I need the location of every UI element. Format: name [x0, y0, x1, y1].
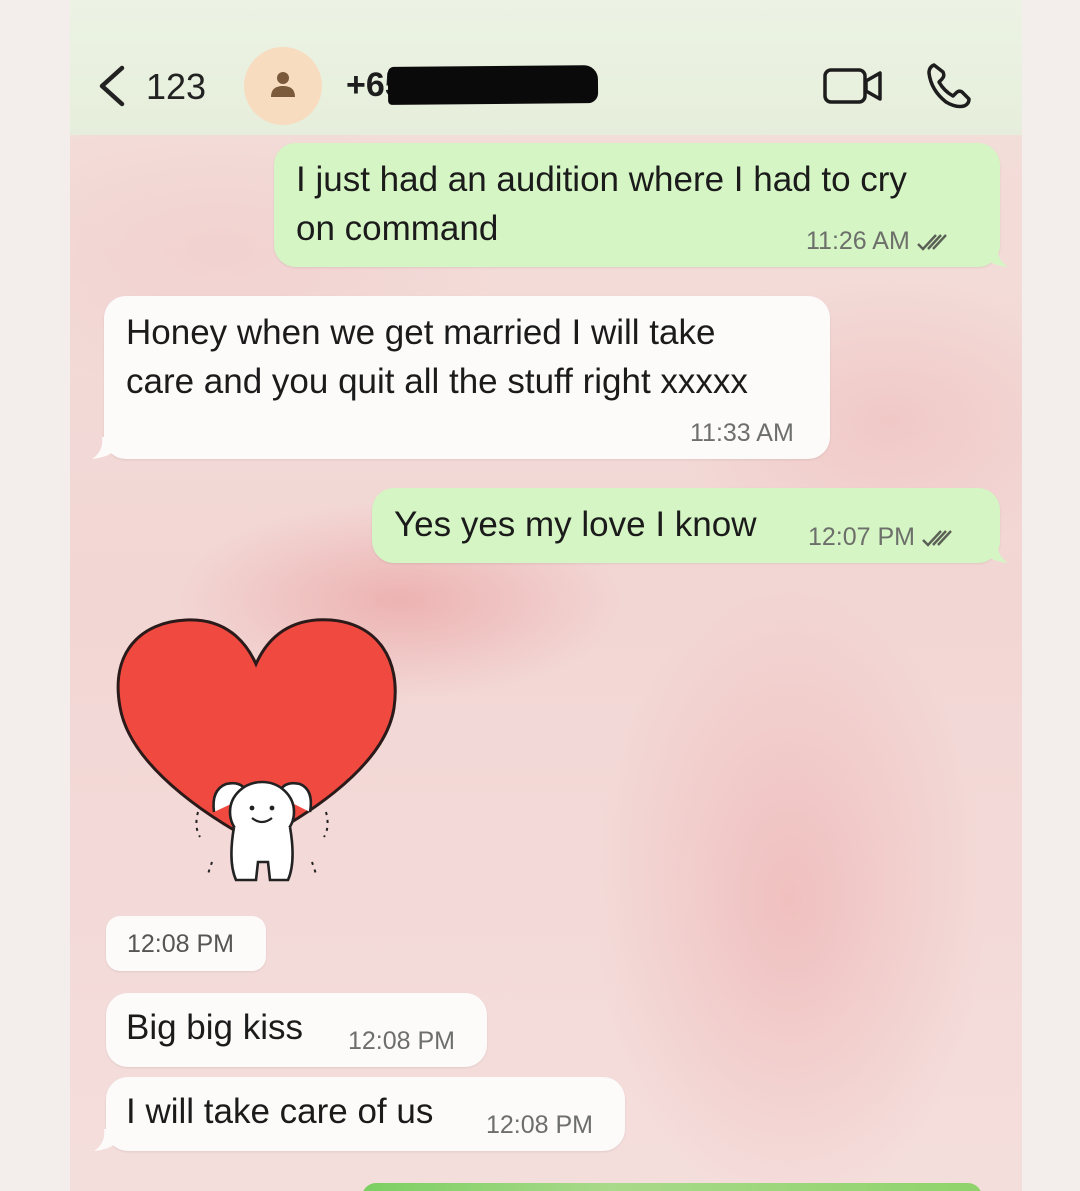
message-text: care and you quit all the stuff right xx… [126, 362, 748, 401]
message-text: I just had an audition where I had to cr… [296, 160, 907, 199]
message-text: Yes yes my love I know [394, 505, 757, 544]
message-bubble-incoming[interactable]: Big big kiss 12:08 PM [106, 993, 487, 1067]
sticker-time-badge: 12:08 PM [106, 916, 266, 971]
video-camera-icon[interactable] [822, 66, 884, 106]
double-check-icon [922, 530, 952, 548]
phone-icon[interactable] [924, 60, 974, 110]
message-time: 12:08 PM [486, 1111, 594, 1139]
message-text: Honey when we get married I will take [126, 313, 716, 352]
chevron-left-icon[interactable] [94, 62, 130, 110]
chat-header: 123 +65 [70, 0, 1022, 135]
message-time: 11:33 AM [690, 419, 794, 447]
message-time: 12:08 PM [127, 930, 235, 958]
bubble-tail [984, 245, 1008, 267]
message-time: 11:26 AM [806, 227, 950, 256]
message-text: I will take care of us [126, 1092, 434, 1131]
message-time: 12:07 PM [808, 523, 955, 552]
person-icon [271, 72, 295, 97]
avatar[interactable] [244, 47, 322, 125]
character-figure [195, 780, 329, 882]
redaction-mark [387, 65, 599, 105]
message-text: Big big kiss [126, 1008, 304, 1047]
message-bubble-outgoing[interactable]: I just had an audition where I had to cr… [274, 143, 1000, 267]
message-bubble-outgoing[interactable]: Yes yes my love I know 12:07 PM [372, 488, 1000, 563]
message-bubble-incoming[interactable]: I will take care of us 12:08 PM [106, 1077, 625, 1151]
bubble-tail [92, 437, 116, 459]
message-time: 12:08 PM [348, 1027, 456, 1055]
chat-screen: 123 +65 I just had an audition where I h… [70, 0, 1022, 1191]
back-unread-count[interactable]: 123 [146, 66, 206, 108]
message-text: on command [296, 209, 499, 248]
bubble-tail [94, 1129, 118, 1151]
double-check-icon [916, 234, 947, 252]
heart-sticker[interactable] [116, 612, 406, 892]
message-bubble-incoming[interactable]: Honey when we get married I will take ca… [104, 296, 830, 459]
next-message-partial [362, 1183, 982, 1191]
bubble-tail [984, 541, 1008, 563]
